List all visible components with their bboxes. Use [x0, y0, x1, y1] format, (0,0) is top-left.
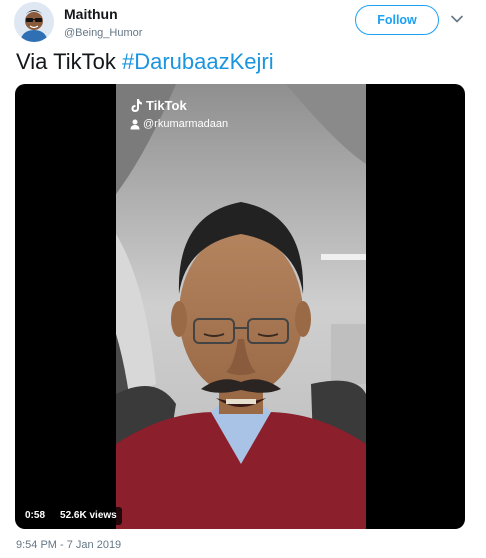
tiktok-watermark: TikTok [130, 98, 187, 113]
video-player[interactable]: TikTok @rkumarmadaan 0:58 52.6K views [15, 84, 465, 529]
tweet-text-prefix: Via TikTok [16, 49, 122, 74]
hashtag-link[interactable]: #DarubaazKejri [122, 49, 274, 74]
video-views-badge: 52.6K views [55, 507, 122, 525]
video-badges: 0:58 52.6K views [20, 507, 122, 525]
cartoon-avatar-icon [14, 2, 54, 42]
follow-button[interactable]: Follow [355, 5, 439, 35]
tweet-header: Maithun @Being_Humor Follow [14, 2, 472, 42]
user-icon [130, 119, 140, 129]
video-duration-badge: 0:58 [20, 507, 51, 525]
tiktok-brand-label: TikTok [146, 98, 187, 113]
author-info: Maithun @Being_Humor [64, 5, 142, 41]
author-name[interactable]: Maithun [64, 5, 142, 23]
tiktok-user-watermark: @rkumarmadaan [130, 118, 228, 130]
video-still-image [116, 84, 366, 529]
tiktok-note-icon [131, 99, 142, 112]
chevron-down-icon[interactable] [450, 12, 464, 26]
video-frame [116, 84, 366, 529]
tweet-timestamp[interactable]: 9:54 PM - 7 Jan 2019 [16, 539, 121, 551]
tweet-text: Via TikTok #DarubaazKejri [16, 48, 274, 76]
avatar[interactable] [14, 2, 54, 42]
author-handle[interactable]: @Being_Humor [64, 25, 142, 41]
tiktok-username: @rkumarmadaan [143, 118, 229, 130]
